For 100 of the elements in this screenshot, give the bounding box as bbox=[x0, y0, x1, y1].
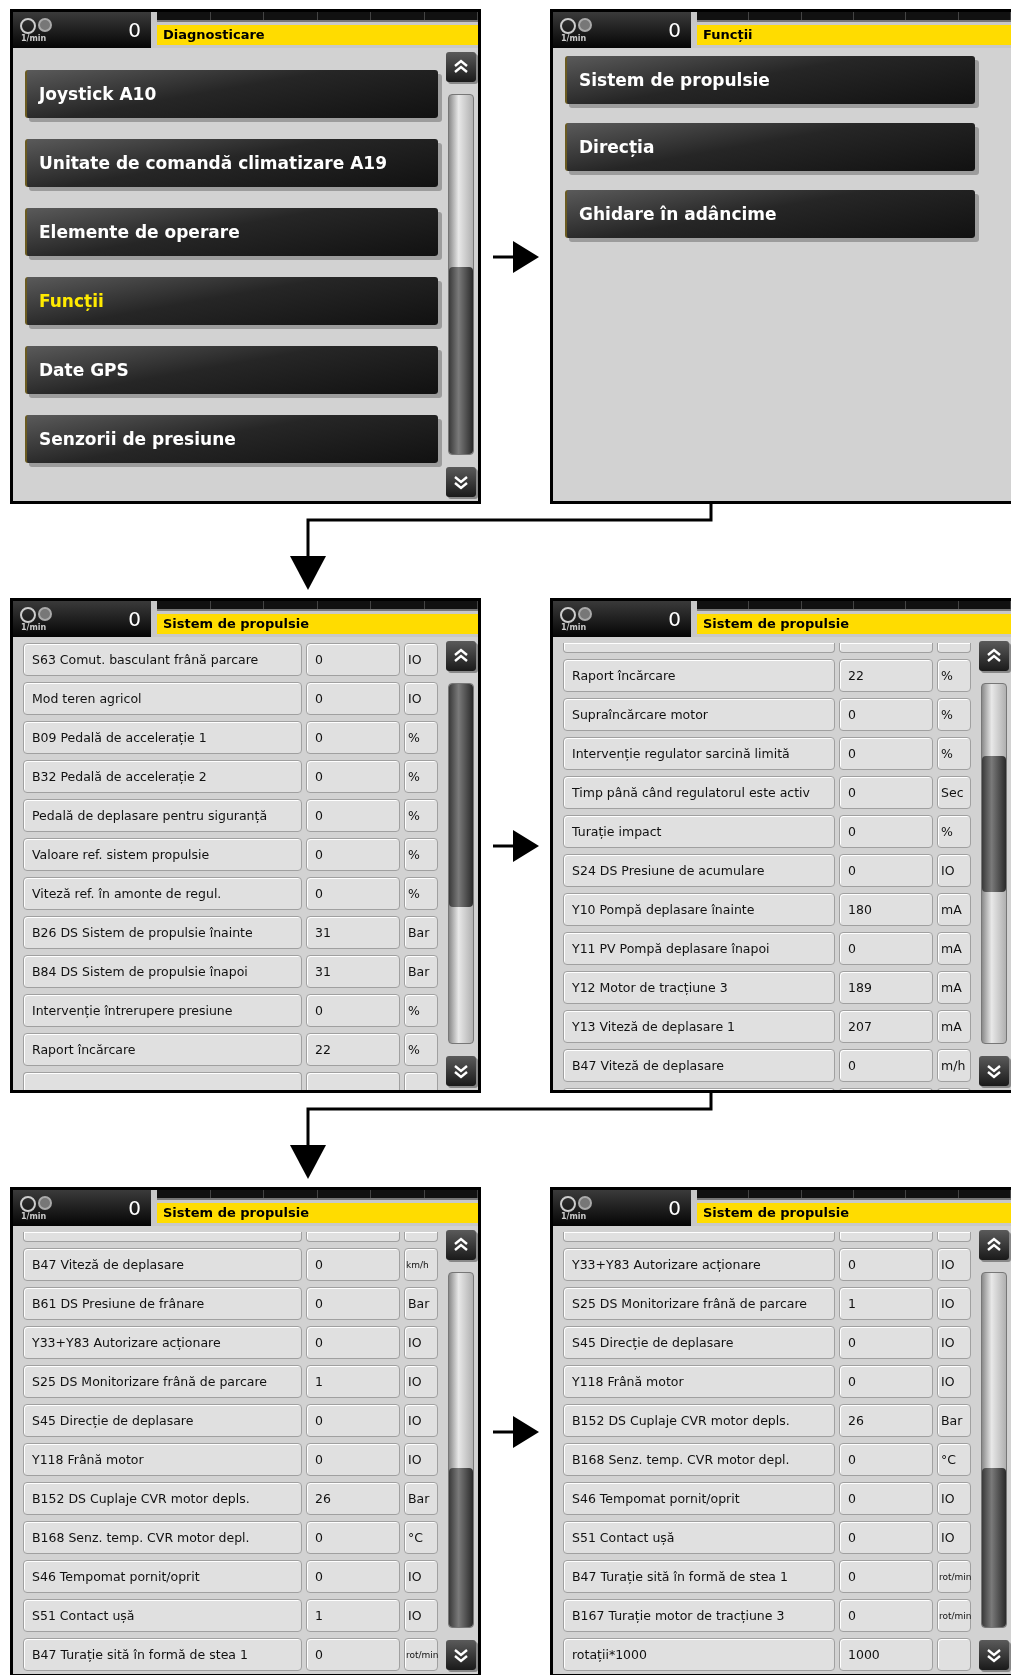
scroll-down-button[interactable] bbox=[979, 1056, 1009, 1086]
parameter-name: B168 Senz. temp. CVR motor depl. bbox=[563, 1443, 835, 1476]
parameter-name: S46 Tempomat pornit/oprit bbox=[23, 1560, 302, 1593]
unit-cell: m/h bbox=[937, 1049, 971, 1082]
parameter-value: 0 bbox=[839, 1599, 933, 1632]
parameter-value: 0 bbox=[839, 1482, 933, 1515]
parameter-name: B152 DS Cuplaje CVR motor depls. bbox=[23, 1482, 302, 1515]
parameter-name: Y118 Frână motor bbox=[23, 1443, 302, 1476]
parameter-value: 0 bbox=[306, 682, 400, 715]
unit-cell bbox=[937, 1638, 971, 1671]
parameter-value: 0 bbox=[839, 737, 933, 770]
unit-cell: mA bbox=[937, 932, 971, 965]
parameter-value: 31 bbox=[306, 955, 400, 988]
unit-cell: % bbox=[404, 994, 438, 1027]
rpm-value: 0 bbox=[128, 1196, 141, 1220]
unit-label: 1/min bbox=[561, 1211, 587, 1221]
gauge-icon bbox=[559, 17, 593, 34]
parameter-value: 0 bbox=[306, 1287, 400, 1320]
unit-cell: IO bbox=[404, 1326, 438, 1359]
parameter-value: 0 bbox=[839, 932, 933, 965]
parameter-value: 0 bbox=[839, 1049, 933, 1082]
parameter-value: 1 bbox=[306, 1365, 400, 1398]
scroll-up-button[interactable] bbox=[446, 1230, 476, 1260]
unit-cell: mA bbox=[937, 1010, 971, 1043]
gauge-icon bbox=[559, 1195, 593, 1212]
screen-title: Sistem de propulsie bbox=[157, 614, 478, 634]
parameter-value: 0 bbox=[306, 838, 400, 871]
parameter-value: 0 bbox=[306, 1404, 400, 1437]
scrollbar-thumb[interactable] bbox=[449, 684, 473, 907]
unit-cell: mA bbox=[937, 893, 971, 926]
scroll-up-button[interactable] bbox=[446, 52, 476, 82]
parameter-value: 1 bbox=[839, 1287, 933, 1320]
parameter-name: Intervenție regulator sarcină limită bbox=[563, 737, 835, 770]
empty-cell bbox=[404, 1232, 438, 1242]
scroll-up-button[interactable] bbox=[979, 641, 1009, 671]
parameter-value: 0 bbox=[839, 1560, 933, 1593]
parameter-name: Y33+Y83 Autorizare acționare bbox=[23, 1326, 302, 1359]
parameter-name: B47 Turație sită în formă de stea 1 bbox=[563, 1560, 835, 1593]
empty-cell bbox=[937, 1232, 971, 1242]
rpm-value: 0 bbox=[668, 18, 681, 42]
unit-cell: Sec bbox=[937, 776, 971, 809]
unit-cell: IO bbox=[937, 1326, 971, 1359]
unit-cell: Bar bbox=[404, 1287, 438, 1320]
parameter-name: B168 Senz. temp. CVR motor depl. bbox=[23, 1521, 302, 1554]
empty-cell bbox=[404, 1072, 438, 1090]
scroll-down-button[interactable] bbox=[979, 1640, 1009, 1670]
unit-cell: IO bbox=[937, 854, 971, 887]
scroll-up-button[interactable] bbox=[446, 641, 476, 671]
unit-cell: % bbox=[937, 737, 971, 770]
unit-cell: mA bbox=[937, 971, 971, 1004]
screen-title: Sistem de propulsie bbox=[697, 614, 1011, 634]
scroll-down-button[interactable] bbox=[446, 467, 476, 497]
parameter-value: 26 bbox=[839, 1404, 933, 1437]
parameter-value: 0 bbox=[306, 1638, 400, 1671]
flow-arrow bbox=[492, 238, 539, 275]
unit-cell: IO bbox=[937, 1365, 971, 1398]
scroll-down-button[interactable] bbox=[446, 1056, 476, 1086]
unit-cell: Bar bbox=[404, 1482, 438, 1515]
parameter-name: B47 Viteză de deplasare bbox=[563, 1049, 835, 1082]
scrollbar-thumb[interactable] bbox=[982, 755, 1006, 893]
gauge-icon bbox=[19, 606, 53, 623]
screen-title: Sistem de propulsie bbox=[697, 1203, 1011, 1223]
parameter-name: Y118 Frână motor bbox=[563, 1365, 835, 1398]
parameter-value: 1000 bbox=[839, 1638, 933, 1671]
parameter-name: S24 DS Presiune de acumulare bbox=[563, 854, 835, 887]
unit-cell: °C bbox=[404, 1521, 438, 1554]
parameter-name: Y13 Viteză de deplasare 1 bbox=[563, 1010, 835, 1043]
parameter-name: Mod teren agricol bbox=[23, 682, 302, 715]
parameter-name: B26 DS Sistem de propulsie înainte bbox=[23, 916, 302, 949]
parameter-name: S51 Contact ușă bbox=[563, 1521, 835, 1554]
gauge-icon bbox=[19, 17, 53, 34]
parameter-value: 0 bbox=[306, 1443, 400, 1476]
empty-cell bbox=[937, 643, 971, 653]
unit-label: 1/min bbox=[21, 1211, 47, 1221]
parameter-name: B84 DS Sistem de propulsie înapoi bbox=[23, 955, 302, 988]
parameter-name: Y11 PV Pompă deplasare înapoi bbox=[563, 932, 835, 965]
parameter-name: Y10 Pompă deplasare înainte bbox=[563, 893, 835, 926]
screen-title: Funcții bbox=[697, 25, 1011, 45]
scroll-down-button[interactable] bbox=[446, 1640, 476, 1670]
scrollbar-thumb[interactable] bbox=[449, 267, 473, 454]
parameter-name: Turație impact bbox=[563, 815, 835, 848]
unit-cell: % bbox=[404, 1033, 438, 1066]
parameter-name: rotații*1000 bbox=[563, 1638, 835, 1671]
parameter-value: 0 bbox=[306, 994, 400, 1027]
parameter-name: Y33+Y83 Autorizare acționare bbox=[563, 1248, 835, 1281]
gauge-icon bbox=[559, 606, 593, 623]
parameter-value: 1 bbox=[306, 1599, 400, 1632]
scrollbar-thumb[interactable] bbox=[449, 1467, 473, 1627]
unit-cell: IO bbox=[404, 1560, 438, 1593]
parameter-value: 0 bbox=[306, 1248, 400, 1281]
unit-cell: IO bbox=[937, 1521, 971, 1554]
parameter-name: S45 Direcție de deplasare bbox=[23, 1404, 302, 1437]
parameter-name: S25 DS Monitorizare frână de parcare bbox=[23, 1365, 302, 1398]
parameter-value: 0 bbox=[306, 877, 400, 910]
scroll-up-button[interactable] bbox=[979, 1230, 1009, 1260]
scrollbar-thumb[interactable] bbox=[982, 1467, 1006, 1627]
parameter-name: B47 Viteză de deplasare bbox=[23, 1248, 302, 1281]
parameter-name: Raport încărcare bbox=[23, 1033, 302, 1066]
parameter-name: S45 Direcție de deplasare bbox=[563, 1326, 835, 1359]
unit-label: 1/min bbox=[21, 33, 47, 43]
